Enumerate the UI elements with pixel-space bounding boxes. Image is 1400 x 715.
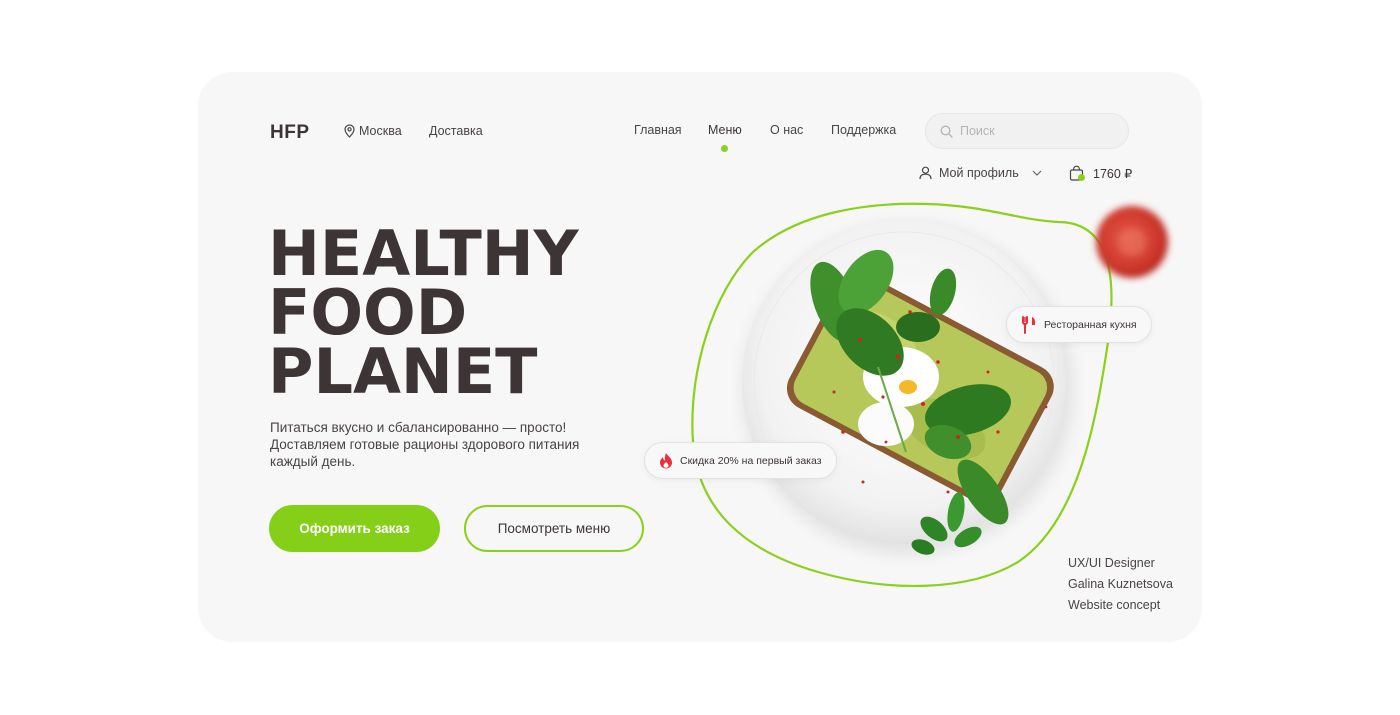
- hero-subtitle: Питаться вкусно и сбалансированно — прос…: [270, 420, 580, 469]
- credit-line: Galina Kuznetsova: [1068, 577, 1173, 591]
- location-selector[interactable]: Москва: [344, 124, 402, 138]
- nav-about[interactable]: О нас: [770, 123, 803, 137]
- hero-card: HFP Москва Доставка Главная Меню О нас П…: [198, 72, 1202, 642]
- delivery-link[interactable]: Доставка: [429, 124, 483, 138]
- profile-menu[interactable]: Мой профиль: [919, 166, 1044, 180]
- active-nav-indicator: [721, 145, 728, 152]
- credit-line: UX/UI Designer: [1068, 556, 1155, 570]
- user-icon: [919, 166, 932, 180]
- nav-support[interactable]: Поддержка: [831, 123, 896, 137]
- hero-title: HEALTHY FOOD PLANET: [268, 217, 579, 408]
- fire-icon: [660, 453, 672, 469]
- search-icon: [940, 125, 953, 138]
- cart-total: 1760 ₽: [1093, 166, 1133, 181]
- hero-title-line: HEALTHY: [268, 217, 579, 290]
- hero-title-line: PLANET: [268, 335, 538, 408]
- nav-home[interactable]: Главная: [634, 123, 682, 137]
- cart-button[interactable]: 1760 ₽: [1069, 165, 1132, 181]
- chevron-down-icon: [1032, 170, 1042, 176]
- hero-title-line: FOOD: [268, 276, 468, 349]
- restaurant-badge-label: Ресторанная кухня: [1044, 318, 1137, 331]
- search-input[interactable]: [960, 124, 1110, 138]
- cart-indicator-dot: [1078, 174, 1085, 181]
- order-button[interactable]: Оформить заказ: [269, 505, 440, 552]
- discount-badge: Скидка 20% на первый заказ: [644, 442, 837, 479]
- fork-knife-icon: [1022, 315, 1036, 334]
- location-label: Москва: [359, 124, 402, 138]
- search-box[interactable]: [925, 113, 1129, 149]
- profile-label: Мой профиль: [939, 166, 1019, 180]
- restaurant-badge: Ресторанная кухня: [1006, 306, 1152, 343]
- tomato-slice: [1096, 206, 1168, 278]
- nav-menu[interactable]: Меню: [708, 123, 742, 137]
- view-menu-button[interactable]: Посмотреть меню: [464, 505, 644, 552]
- location-pin-icon: [344, 124, 355, 138]
- credit-line: Website concept: [1068, 598, 1161, 612]
- credits: UX/UI Designer Galina Kuznetsova Website…: [1068, 553, 1173, 616]
- discount-badge-label: Скидка 20% на первый заказ: [680, 454, 822, 467]
- logo[interactable]: HFP: [270, 122, 310, 144]
